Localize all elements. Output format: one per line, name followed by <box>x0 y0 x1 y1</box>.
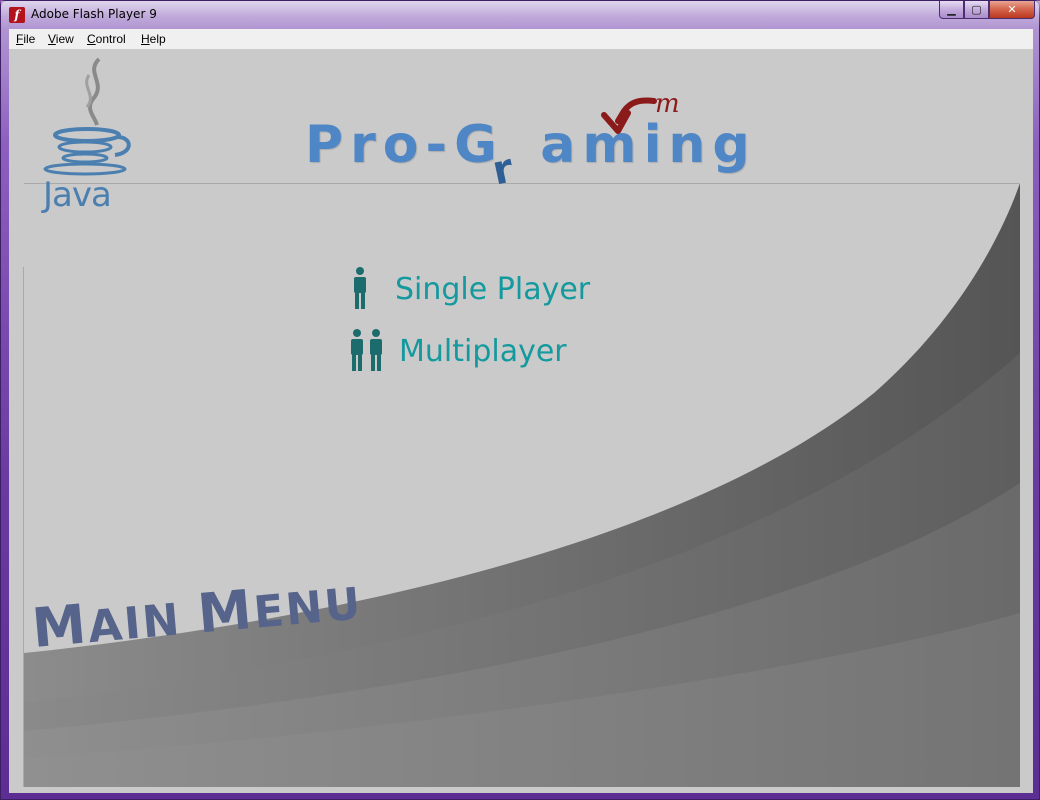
single-person-icon <box>354 267 366 309</box>
close-icon: ✕ <box>1007 3 1017 16</box>
menu-help-rest: elp <box>149 32 166 46</box>
multiplayer-option[interactable]: Multiplayer <box>349 329 567 373</box>
single-player-label: Single Player <box>395 271 591 307</box>
app-window: f Adobe Flash Player 9 ▁ ▢ ✕ File View C… <box>0 0 1040 800</box>
flash-icon: f <box>9 7 25 23</box>
brand-title: Pro-G aming <box>305 115 757 175</box>
menu-file-rest: ile <box>23 32 36 46</box>
two-persons-icon <box>351 329 382 371</box>
window-title: Adobe Flash Player 9 <box>31 7 157 21</box>
menu-view-accel: V <box>48 32 56 46</box>
title-rest-1: AIN <box>85 594 184 654</box>
maximize-icon: ▢ <box>971 3 982 16</box>
minimize-icon: ▁ <box>947 3 956 16</box>
maximize-button[interactable]: ▢ <box>964 1 989 19</box>
title-rest-2: ENU <box>251 578 365 639</box>
flash-stage: Java Pro-G aming r m Single Player Multi… <box>9 49 1033 793</box>
brand-overlay-m: m <box>655 89 680 119</box>
multiplayer-label: Multiplayer <box>399 333 567 369</box>
brand-part-1: Pro-G <box>305 115 504 175</box>
window-controls: ▁ ▢ ✕ <box>939 1 1035 21</box>
java-logo-text: Java <box>43 175 112 215</box>
menu-view[interactable]: View <box>48 32 74 46</box>
menu-control-accel: C <box>87 32 96 46</box>
menu-control[interactable]: Control <box>87 32 126 46</box>
minimize-button[interactable]: ▁ <box>939 1 964 19</box>
menu-bar: File View Control Help <box>9 29 1033 50</box>
divider-vertical <box>23 267 24 787</box>
menu-help[interactable]: Help <box>141 32 166 46</box>
menu-control-rest: ontrol <box>95 32 126 46</box>
red-arrow-icon <box>601 97 657 134</box>
single-player-option[interactable]: Single Player <box>352 267 590 311</box>
close-button[interactable]: ✕ <box>989 1 1035 19</box>
title-cap-1: M <box>29 592 91 660</box>
title-cap-2: M <box>195 577 257 646</box>
menu-view-rest: iew <box>55 32 74 46</box>
title-bar[interactable]: f Adobe Flash Player 9 ▁ ▢ ✕ <box>1 1 1040 29</box>
divider-horizontal <box>24 183 1019 184</box>
menu-help-accel: H <box>141 32 150 46</box>
menu-file[interactable]: File <box>16 32 35 46</box>
